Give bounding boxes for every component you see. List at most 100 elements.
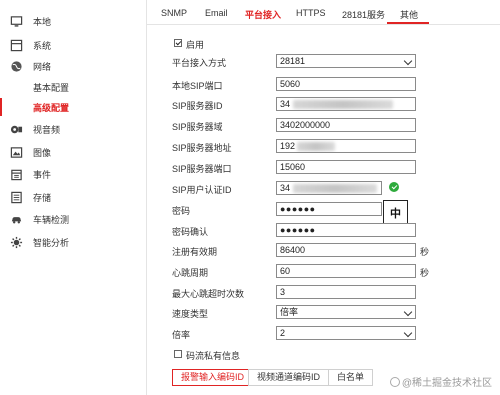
password-label: 密码 <box>172 206 191 216</box>
private-stream-checkbox[interactable] <box>174 350 182 358</box>
sip-server-address-row: SIP服务器地址 192 <box>172 139 472 154</box>
car-icon <box>9 212 23 226</box>
register-validity-input[interactable]: 86400 <box>276 243 416 257</box>
enable-label: 启用 <box>186 40 205 50</box>
tab-28181-service[interactable]: 28181服务 <box>342 8 385 21</box>
sidebar-item-label: 存储 <box>33 192 52 203</box>
access-mode-label: 平台接入方式 <box>172 58 227 68</box>
tab-platform-access[interactable]: 平台接入 <box>245 8 281 21</box>
sidebar-item-label: 基本配置 <box>33 82 70 93</box>
sidebar-item-advanced-config[interactable]: 高级配置 <box>0 97 146 117</box>
max-heartbeat-timeouts-label: 最大心跳超时次数 <box>172 289 245 299</box>
smart-analysis-icon <box>9 235 23 249</box>
sidebar-item-video-audio[interactable]: 视音频 <box>0 119 146 139</box>
sip-server-address-label: SIP服务器地址 <box>172 143 232 153</box>
local-sip-port-input[interactable]: 5060 <box>276 77 416 91</box>
sip-server-id-input[interactable]: 34 <box>276 97 416 111</box>
image-icon <box>9 145 23 159</box>
speed-type-row: 速度类型 倍率 <box>172 305 472 320</box>
sidebar-item-label: 智能分析 <box>33 237 70 248</box>
sip-server-domain-row: SIP服务器域 3402000000 <box>172 118 472 133</box>
enable-checkbox[interactable] <box>174 39 182 47</box>
sip-server-domain-input[interactable]: 3402000000 <box>276 118 416 132</box>
sidebar-item-label: 图像 <box>33 147 52 158</box>
register-validity-label: 注册有效期 <box>172 247 218 257</box>
sip-server-address-value: 192 <box>280 141 296 151</box>
watermark-logo-icon <box>389 377 400 387</box>
tab-https[interactable]: HTTPS <box>296 8 326 18</box>
sip-server-port-label: SIP服务器端口 <box>172 164 232 174</box>
sip-server-id-value: 34 <box>280 99 291 109</box>
sidebar-item-label: 视音频 <box>33 124 61 135</box>
watermark-text: @稀土掘金技术社区 <box>401 378 492 389</box>
redacted-blur <box>297 142 335 151</box>
monitor-icon <box>9 14 23 28</box>
sidebar-item-label: 本地 <box>33 16 52 27</box>
heartbeat-period-row: 心跳周期 60 秒 <box>172 264 472 279</box>
local-sip-port-label: 本地SIP端口 <box>172 81 223 91</box>
heartbeat-period-label: 心跳周期 <box>172 268 209 278</box>
sidebar-item-label: 事件 <box>33 169 52 180</box>
heartbeat-period-unit: 秒 <box>420 268 430 278</box>
sidebar-item-label: 车辆检测 <box>33 214 70 225</box>
sip-server-domain-label: SIP服务器域 <box>172 122 223 132</box>
rate-row: 倍率 2 <box>172 326 472 341</box>
sidebar: 本地 系统 网络 基本配置 高级配置 视音频 图像 事件 存储 车辆检测 智能分… <box>0 0 147 395</box>
access-mode-row: 平台接入方式 28181 <box>172 54 472 69</box>
password-confirm-input[interactable]: ●●●●●● <box>276 223 416 237</box>
sip-server-port-row: SIP服务器端口 15060 <box>172 160 472 175</box>
subtab-video-channel-id[interactable]: 视频通道编码ID <box>248 369 330 386</box>
password-row: 密码 ●●●●●● <box>172 202 472 217</box>
watermark: @稀土掘金技术社区 <box>389 374 492 389</box>
storage-icon <box>9 190 23 204</box>
speed-type-label: 速度类型 <box>172 309 209 319</box>
redacted-blur <box>293 100 393 109</box>
video-audio-icon <box>9 122 23 136</box>
sidebar-item-label: 系统 <box>33 40 52 51</box>
private-stream-label: 码流私有信息 <box>186 351 241 361</box>
password-confirm-row: 密码确认 ●●●●●● <box>172 223 472 238</box>
subtab-alarm-input-id[interactable]: 报警输入编码ID <box>172 369 254 386</box>
sidebar-item-event[interactable]: 事件 <box>0 164 146 184</box>
tab-snmp[interactable]: SNMP <box>161 8 187 18</box>
access-mode-select[interactable]: 28181 <box>276 54 416 68</box>
sidebar-item-image[interactable]: 图像 <box>0 142 146 162</box>
speed-type-select[interactable]: 倍率 <box>276 305 416 319</box>
sidebar-item-smart-analysis[interactable]: 智能分析 <box>0 232 146 252</box>
tab-bar: SNMP Email 平台接入 HTTPS 28181服务 其他 <box>147 0 500 25</box>
sidebar-item-network[interactable]: 网络 <box>0 56 146 76</box>
system-icon <box>9 38 23 52</box>
sidebar-item-label: 网络 <box>33 61 52 72</box>
register-validity-row: 注册有效期 86400 秒 <box>172 243 472 258</box>
calendar-icon <box>9 167 23 181</box>
sidebar-item-storage[interactable]: 存储 <box>0 187 146 207</box>
tab-other[interactable]: 其他 <box>400 8 418 21</box>
active-tab-indicator <box>387 22 429 24</box>
sip-server-address-input[interactable]: 192 <box>276 139 416 153</box>
globe-icon <box>9 59 23 73</box>
check-circle-icon <box>389 182 399 192</box>
local-sip-port-row: 本地SIP端口 5060 <box>172 77 472 92</box>
rate-select[interactable]: 2 <box>276 326 416 340</box>
max-heartbeat-timeouts-row: 最大心跳超时次数 3 <box>172 285 472 300</box>
redacted-blur <box>293 184 377 193</box>
sip-server-port-input[interactable]: 15060 <box>276 160 416 174</box>
sidebar-item-basic-config[interactable]: 基本配置 <box>0 77 146 97</box>
sidebar-item-vehicle-detection[interactable]: 车辆检测 <box>0 209 146 229</box>
sip-user-id-value: 34 <box>280 183 291 193</box>
sip-user-id-row: SIP用户认证ID 34 <box>172 181 472 196</box>
password-input[interactable]: ●●●●●● <box>276 202 382 216</box>
sidebar-item-local[interactable]: 本地 <box>0 11 146 31</box>
max-heartbeat-timeouts-input[interactable]: 3 <box>276 285 416 299</box>
sip-server-id-row: SIP服务器ID 34 <box>172 97 472 112</box>
register-validity-unit: 秒 <box>420 247 430 257</box>
tab-email[interactable]: Email <box>205 8 228 18</box>
sidebar-item-system[interactable]: 系统 <box>0 35 146 55</box>
sip-server-id-label: SIP服务器ID <box>172 101 223 111</box>
subtab-whitelist[interactable]: 白名单 <box>328 369 374 386</box>
heartbeat-period-input[interactable]: 60 <box>276 264 416 278</box>
sip-user-id-input[interactable]: 34 <box>276 181 382 195</box>
sip-user-id-label: SIP用户认证ID <box>172 185 232 195</box>
password-confirm-label: 密码确认 <box>172 227 209 237</box>
rate-label: 倍率 <box>172 330 191 340</box>
